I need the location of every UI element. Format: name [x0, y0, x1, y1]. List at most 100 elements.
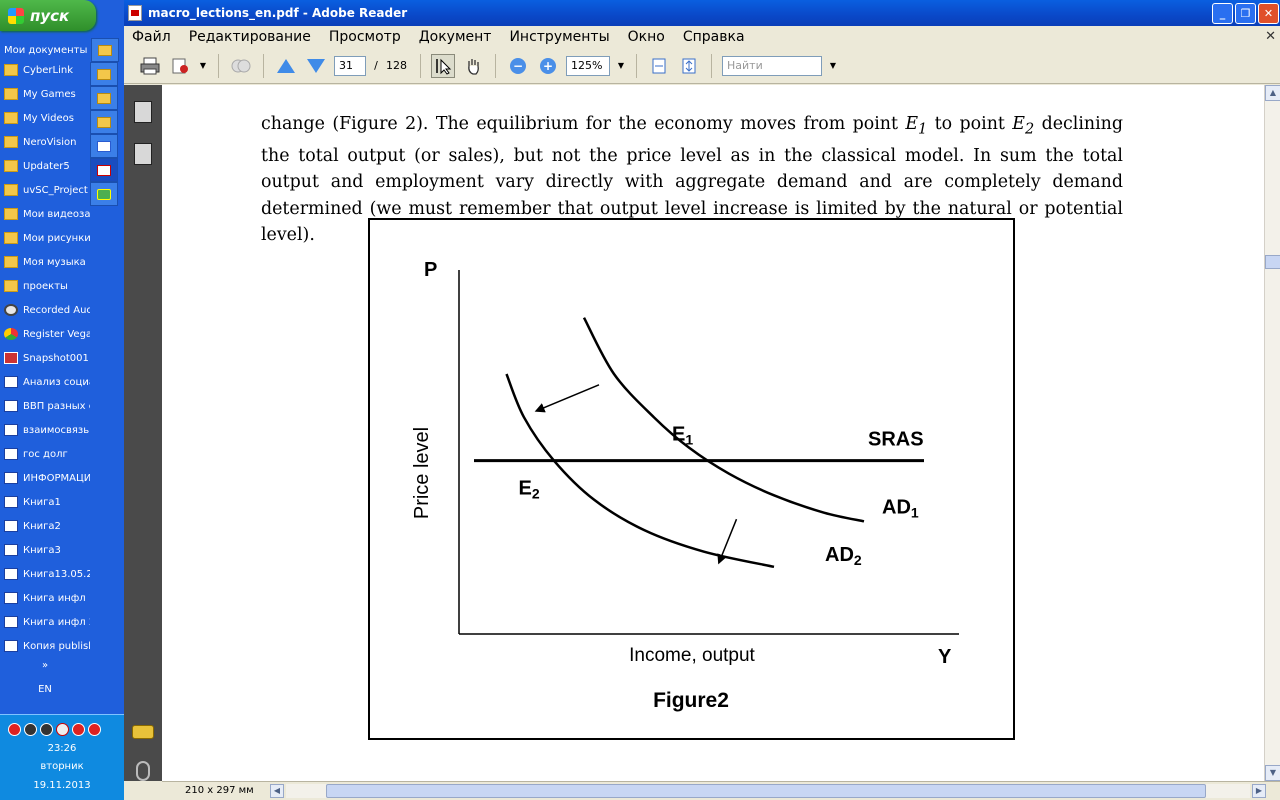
zoom-dropdown-icon[interactable]: ▼ — [616, 61, 626, 70]
word-doc-icon — [4, 424, 18, 436]
desktop-item[interactable]: My Games — [0, 82, 90, 106]
menu-help[interactable]: Справка — [683, 29, 745, 45]
desktop-item[interactable]: NeroVision — [0, 130, 90, 154]
page-number-input[interactable]: 31 — [334, 55, 366, 76]
fit-width-button[interactable] — [647, 54, 671, 78]
page-total: 128 — [386, 59, 407, 72]
horizontal-scrollbar[interactable] — [286, 784, 1250, 798]
start-button[interactable]: пуск — [0, 0, 96, 31]
pages-panel-icon[interactable] — [134, 101, 152, 123]
desktop-item[interactable]: Мои рисунки — [0, 226, 90, 250]
tray-app-icon[interactable] — [72, 723, 85, 736]
zoom-level-select[interactable]: 125% — [566, 55, 610, 76]
fit-page-button[interactable] — [677, 54, 701, 78]
next-page-button[interactable] — [304, 54, 328, 78]
globe-icon — [97, 188, 111, 200]
minimize-button[interactable]: _ — [1212, 3, 1233, 24]
folder-icon — [4, 88, 18, 100]
desktop-item[interactable]: Register Vega — [0, 322, 90, 346]
bookmarks-panel-icon[interactable] — [134, 143, 152, 165]
find-input[interactable]: Найти — [722, 55, 822, 76]
taskbar-button-folder-1[interactable] — [91, 38, 119, 62]
desktop-item[interactable]: Книга инфл 1 — [0, 586, 90, 610]
menu-file[interactable]: Файл — [132, 29, 171, 45]
menu-view[interactable]: Просмотр — [329, 29, 401, 45]
menu-edit[interactable]: Редактирование — [189, 29, 311, 45]
vertical-scrollbar[interactable]: ▲ ▼ — [1264, 85, 1280, 781]
folder-icon — [4, 184, 18, 196]
title-bar[interactable]: macro_lections_en.pdf - Adobe Reader _ ❐… — [124, 0, 1280, 26]
tray-tool-icon[interactable] — [40, 723, 53, 736]
find-dropdown-icon[interactable]: ▼ — [828, 61, 838, 70]
tray-opera-icon[interactable] — [8, 723, 21, 736]
desktop-item[interactable]: Книга2 — [0, 514, 90, 538]
desktop-item[interactable]: Книга3 — [0, 538, 90, 562]
desktop-item[interactable]: CyberLink — [0, 58, 90, 82]
menu-bar: Файл Редактирование Просмотр Документ Ин… — [124, 26, 1280, 48]
taskbar-button-folder-2[interactable] — [90, 62, 118, 86]
comments-panel-icon[interactable] — [132, 725, 154, 739]
close-button[interactable]: ✕ — [1258, 3, 1279, 24]
select-tool-button[interactable] — [431, 53, 455, 78]
taskbar-button-adobe-reader[interactable] — [90, 158, 118, 182]
desktop-item[interactable]: My Videos — [0, 106, 90, 130]
word-doc-icon — [4, 400, 18, 412]
desktop-item[interactable]: взаимосвязь — [0, 418, 90, 442]
desktop-item[interactable]: Моя музыка — [0, 250, 90, 274]
language-indicator[interactable]: EN — [0, 684, 90, 695]
desktop-item[interactable]: ВВП разных с — [0, 394, 90, 418]
taskbar-button-app[interactable] — [90, 182, 118, 206]
page-separator: / — [374, 59, 378, 72]
desktop-item[interactable]: Анализ социа — [0, 370, 90, 394]
taskbar-button-word[interactable] — [90, 134, 118, 158]
desktop-item[interactable]: uvSC_Project — [0, 178, 90, 202]
desktop-item[interactable]: Книга1 — [0, 490, 90, 514]
collaborate-button[interactable] — [229, 54, 253, 78]
hand-tool-button[interactable] — [461, 54, 485, 78]
print-button[interactable] — [138, 54, 162, 78]
attachments-panel-icon[interactable] — [136, 761, 150, 781]
menu-window[interactable]: Окно — [628, 29, 665, 45]
scroll-down-button[interactable]: ▼ — [1265, 765, 1280, 781]
document-view[interactable]: change (Figure 2). The equilibrium for t… — [162, 85, 1264, 781]
desktop-item[interactable]: гос долг — [0, 442, 90, 466]
desktop-item[interactable]: Книга13.05.2 — [0, 562, 90, 586]
tray-antivirus-icon[interactable] — [56, 723, 69, 736]
figure-caption: Figure2 — [653, 689, 729, 712]
desktop-item[interactable]: Updater5 — [0, 154, 90, 178]
folder-icon — [97, 116, 111, 128]
vertical-scroll-thumb[interactable] — [1265, 255, 1280, 269]
menu-tools[interactable]: Инструменты — [509, 29, 609, 45]
point-label-e2: E2 — [519, 478, 540, 502]
desktop-item[interactable]: Recorded Auc — [0, 298, 90, 322]
taskbar-more-chevron[interactable]: » — [0, 660, 90, 671]
tray-network-icon[interactable] — [24, 723, 37, 736]
desktop-item[interactable]: ИНФОРМАЦИ — [0, 466, 90, 490]
document-close-button[interactable]: ✕ — [1265, 29, 1276, 44]
desktop-item[interactable]: Snapshot001 — [0, 346, 90, 370]
series-label-ad1: AD1 — [882, 496, 919, 520]
attach-dropdown-icon[interactable]: ▼ — [198, 61, 208, 70]
y-axis-label: Price level — [411, 427, 433, 519]
previous-page-button[interactable] — [274, 54, 298, 78]
word-doc-icon — [97, 140, 111, 152]
clock-time[interactable]: 23:26 — [0, 743, 124, 754]
desktop-item[interactable]: Книга инфл 2 — [0, 610, 90, 634]
clock-date: 19.11.2013 — [33, 780, 91, 791]
tray-close-icon[interactable] — [88, 723, 101, 736]
taskbar-button-folder-3[interactable] — [90, 86, 118, 110]
attach-button[interactable] — [168, 54, 192, 78]
menu-document[interactable]: Документ — [419, 29, 492, 45]
desktop-item[interactable]: проекты — [0, 274, 90, 298]
desktop-item[interactable]: Мои видеоза — [0, 202, 90, 226]
maximize-button[interactable]: ❐ — [1235, 3, 1256, 24]
desktop-item[interactable]: Копия publish — [0, 634, 90, 658]
scroll-left-button[interactable]: ◀ — [270, 784, 284, 798]
zoom-out-button[interactable]: − — [506, 54, 530, 78]
zoom-in-button[interactable]: + — [536, 54, 560, 78]
horizontal-scroll-thumb[interactable] — [326, 784, 1206, 798]
record-icon — [4, 304, 18, 316]
scroll-right-button[interactable]: ▶ — [1252, 784, 1266, 798]
scroll-up-button[interactable]: ▲ — [1265, 85, 1280, 101]
taskbar-button-folder-4[interactable] — [90, 110, 118, 134]
